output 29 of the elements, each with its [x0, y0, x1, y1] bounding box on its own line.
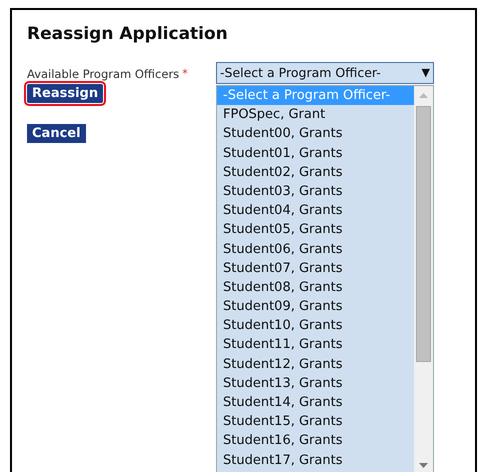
- dropdown-option[interactable]: Student04, Grants: [217, 201, 414, 220]
- dropdown-option[interactable]: Student16, Grants: [217, 431, 414, 451]
- dropdown-option[interactable]: Student17, Grants: [217, 450, 414, 470]
- field-label: Available Program Officers: [27, 66, 180, 83]
- scrollbar[interactable]: [414, 86, 433, 472]
- dropdown-option[interactable]: Student10, Grants: [217, 316, 414, 336]
- dropdown-option[interactable]: Student15, Grants: [217, 412, 414, 432]
- dropdown-option[interactable]: Student11, Grants: [217, 335, 414, 355]
- dropdown-option[interactable]: Student00, Grants: [217, 124, 414, 144]
- dropdown-option[interactable]: Student02, Grants: [217, 162, 414, 182]
- dropdown-option[interactable]: Student05, Grants: [217, 220, 414, 240]
- reassign-button[interactable]: Reassign: [27, 84, 104, 103]
- required-mark: *: [182, 66, 188, 82]
- dropdown-option[interactable]: Student09, Grants: [217, 297, 414, 316]
- cancel-button[interactable]: Cancel: [27, 124, 86, 143]
- scroll-down-icon[interactable]: [419, 463, 428, 468]
- dropdown-option[interactable]: Student03, Grants: [217, 182, 414, 202]
- dropdown-option[interactable]: FPOSpec, Grant: [217, 105, 414, 124]
- dropdown-option[interactable]: Student14, Grants: [217, 393, 414, 412]
- dropdown-option[interactable]: Student07, Grants: [217, 258, 414, 278]
- scroll-up-icon[interactable]: [419, 93, 428, 98]
- dropdown-option[interactable]: Student08, Grants: [217, 278, 414, 298]
- dropdown-option[interactable]: Student13, Grants: [217, 374, 414, 393]
- dropdown-option[interactable]: Student12, Grants: [217, 354, 414, 374]
- dialog-title: Reassign Application: [27, 23, 228, 46]
- scroll-thumb[interactable]: [416, 106, 431, 362]
- dropdown-field[interactable]: -Select a Program Officer- ▼: [216, 62, 434, 84]
- dropdown-option[interactable]: Student06, Grants: [217, 240, 414, 259]
- dropdown-option[interactable]: Student01, Grants: [217, 144, 414, 163]
